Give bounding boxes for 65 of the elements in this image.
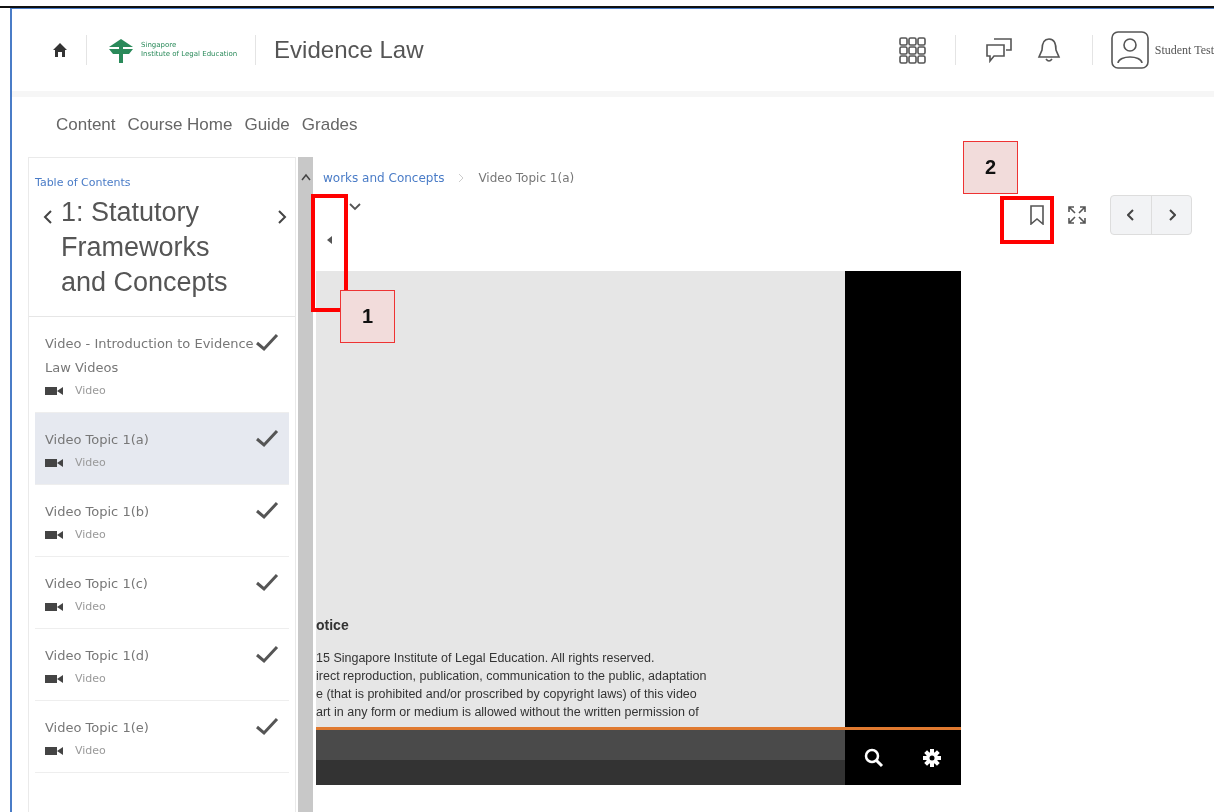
grid-icon[interactable]	[897, 36, 926, 64]
item-type: Video	[75, 744, 106, 757]
item-title: Video Topic 1(e)	[45, 719, 150, 737]
video-camera-icon	[45, 385, 63, 396]
chevron-right-icon	[1167, 209, 1176, 221]
toc-item[interactable]: Video Topic 1(a) Video	[35, 413, 289, 485]
module-title: 1: Statutory Frameworks and Concepts	[60, 196, 229, 299]
nav-link[interactable]: Content	[52, 111, 120, 139]
breadcrumb-current: Video Topic 1(a)	[478, 171, 575, 185]
home-icon[interactable]	[52, 42, 68, 58]
search-icon[interactable]	[864, 747, 884, 768]
video-camera-icon	[45, 673, 63, 684]
notice-text: irect reproduction, publication, communication to the public, adaptation	[316, 668, 708, 685]
breadcrumb-link[interactable]: works and Concepts	[323, 171, 445, 185]
toc-item[interactable]: Video Topic 1(b) Video	[35, 485, 289, 557]
bell-icon[interactable]	[1036, 36, 1061, 64]
course-title: Evidence Law	[274, 36, 424, 64]
callout-number: 2	[963, 141, 1018, 194]
item-type: Video	[75, 600, 106, 613]
chat-icon[interactable]	[984, 37, 1013, 63]
checkmark-icon	[255, 500, 279, 520]
nav-link[interactable]: Course Home	[123, 111, 237, 139]
callout-number: 1	[340, 290, 395, 343]
chevron-right-icon[interactable]	[277, 209, 287, 225]
toc-item[interactable]: Video Topic 1(e) Video	[35, 701, 289, 773]
user-name[interactable]: Student Test	[1154, 42, 1214, 58]
scrollbar[interactable]	[298, 157, 313, 812]
checkmark-icon	[255, 644, 279, 664]
chevron-left-icon[interactable]	[43, 209, 53, 225]
toc-link[interactable]: Table of Contents	[29, 158, 295, 189]
video-camera-icon	[45, 529, 63, 540]
toc-item[interactable]: Video Topic 1(d) Video	[35, 629, 289, 701]
notice-heading: otice	[316, 617, 350, 633]
highlight-frame	[1000, 196, 1054, 244]
item-type: Video	[75, 384, 106, 397]
bookmark-icon[interactable]	[1030, 205, 1044, 225]
avatar-icon[interactable]	[1110, 31, 1149, 69]
checkmark-icon	[255, 332, 279, 352]
video-camera-icon	[45, 601, 63, 612]
nav-link[interactable]: Grades	[297, 111, 362, 139]
item-title: Video Topic 1(b)	[45, 503, 151, 521]
item-title: Video Topic 1(c)	[45, 575, 149, 593]
chevron-left-icon	[1127, 209, 1135, 221]
checkmark-icon	[255, 428, 279, 448]
caret-up-icon	[300, 173, 311, 181]
caret-down-icon[interactable]	[349, 203, 361, 211]
checkmark-icon	[255, 716, 279, 736]
video-camera-icon	[45, 457, 63, 468]
nav-link[interactable]: Guide	[240, 111, 294, 139]
collapse-arrow-icon[interactable]	[327, 236, 332, 244]
fullscreen-icon[interactable]	[1068, 206, 1086, 224]
notice-text: 15 Singapore Institute of Legal Education. All rights reserved.	[316, 650, 656, 667]
separator-icon	[458, 173, 465, 183]
item-type: Video	[75, 456, 106, 469]
item-title: Video Topic 1(d)	[45, 647, 151, 665]
item-title: Video Topic 1(a)	[45, 431, 150, 449]
video-camera-icon	[45, 745, 63, 756]
item-type: Video	[75, 528, 106, 541]
toc-item[interactable]: Video Topic 1(c) Video	[35, 557, 289, 629]
notice-text: art in any form or medium is allowed without the written permission of	[316, 704, 700, 721]
notice-text: e (that is prohibited and/or proscribed by copyright laws) of this video	[316, 686, 698, 703]
item-type: Video	[75, 672, 106, 685]
settings-icon[interactable]	[922, 747, 942, 768]
item-title: Video - Introduction to Evidence Law Videos	[45, 335, 255, 377]
checkmark-icon	[255, 572, 279, 592]
